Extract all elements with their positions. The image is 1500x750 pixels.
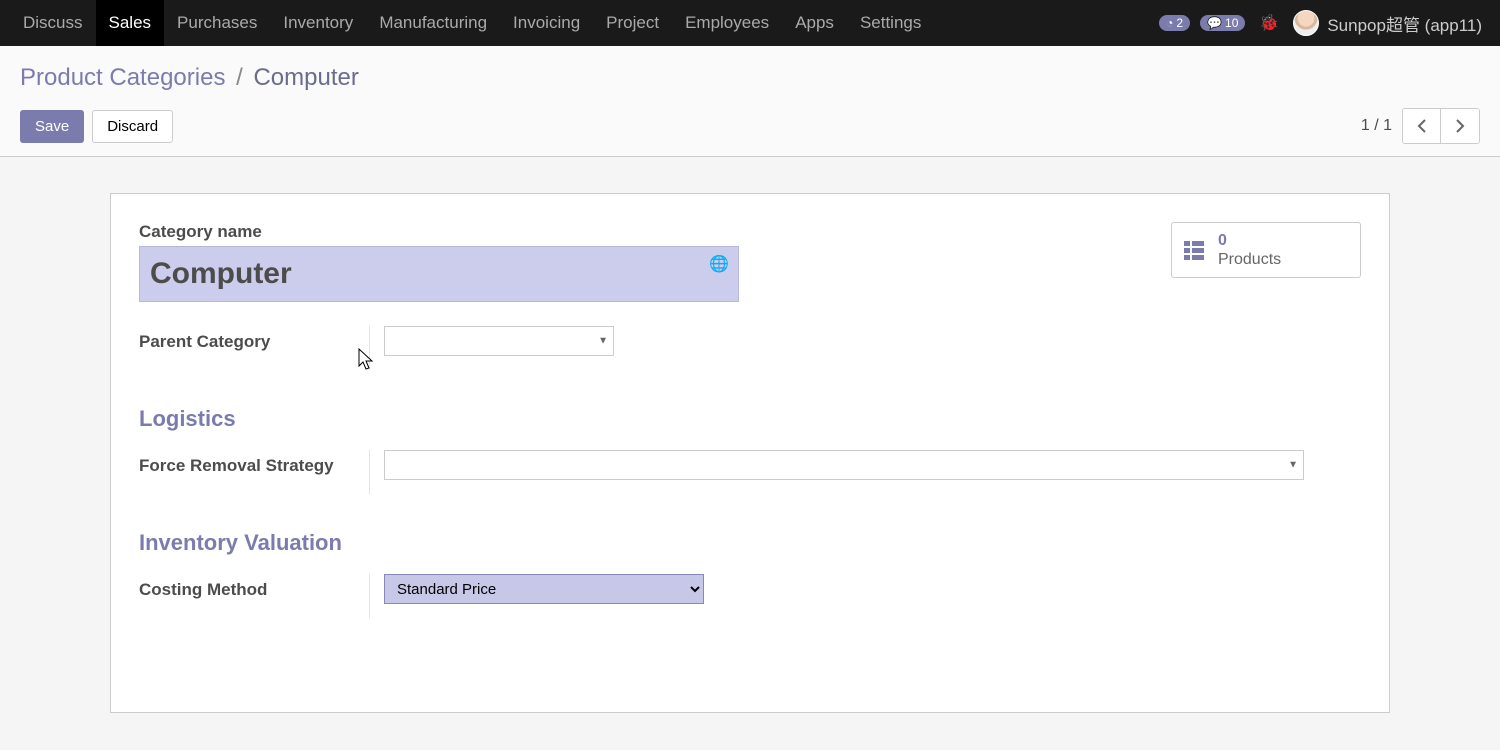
nav-right-group: ◔ 2 💬 10 🐞 Sunpop超管 (app11)	[1159, 10, 1490, 36]
activity-badge[interactable]: ◔ 2	[1159, 15, 1190, 31]
form-container: 0 Products Category name 🌐 Parent Catego…	[0, 157, 1500, 713]
costing-method-label: Costing Method	[139, 574, 369, 618]
costing-method-row: Costing Method Standard Price	[139, 574, 1361, 618]
nav-discuss[interactable]: Discuss	[10, 0, 96, 46]
removal-strategy-row: Force Removal Strategy ▼	[139, 450, 1361, 494]
control-panel-bottom: Save Discard 1 / 1	[20, 108, 1480, 144]
pager-prev[interactable]	[1403, 109, 1441, 143]
messages-count: 10	[1225, 16, 1238, 30]
discard-button[interactable]: Discard	[92, 110, 173, 143]
nav-invoicing[interactable]: Invoicing	[500, 0, 593, 46]
breadcrumb-separator: /	[236, 64, 243, 91]
top-nav: Discuss Sales Purchases Inventory Manufa…	[0, 0, 1500, 46]
products-stat-button[interactable]: 0 Products	[1171, 222, 1361, 278]
category-name-input[interactable]	[139, 246, 739, 302]
save-button[interactable]: Save	[20, 110, 84, 143]
nav-manufacturing[interactable]: Manufacturing	[366, 0, 500, 46]
stat-label: Products	[1218, 250, 1281, 269]
pager-next[interactable]	[1441, 109, 1479, 143]
inventory-valuation-section-header: Inventory Valuation	[139, 530, 1361, 556]
costing-method-select[interactable]: Standard Price	[384, 574, 704, 604]
breadcrumb: Product Categories / Computer	[20, 64, 1480, 92]
parent-category-input[interactable]	[384, 326, 614, 356]
activity-count: 2	[1176, 16, 1183, 30]
stat-count: 0	[1218, 231, 1281, 250]
nav-purchases[interactable]: Purchases	[164, 0, 270, 46]
chevron-right-icon	[1456, 119, 1465, 133]
removal-strategy-label: Force Removal Strategy	[139, 450, 369, 494]
logistics-section-header: Logistics	[139, 406, 1361, 432]
nav-inventory[interactable]: Inventory	[270, 0, 366, 46]
nav-settings[interactable]: Settings	[847, 0, 934, 46]
pager-buttons	[1402, 108, 1480, 144]
clock-icon: ◔	[1166, 16, 1173, 30]
chevron-left-icon	[1417, 119, 1426, 133]
messages-badge[interactable]: 💬 10	[1200, 15, 1245, 31]
nav-apps[interactable]: Apps	[782, 0, 847, 46]
translate-globe-icon[interactable]: 🌐	[709, 254, 729, 274]
user-menu[interactable]: Sunpop超管 (app11)	[1293, 10, 1482, 36]
nav-menu: Discuss Sales Purchases Inventory Manufa…	[10, 0, 934, 46]
debug-icon[interactable]: 🐞	[1255, 13, 1283, 33]
parent-category-row: Parent Category ▼	[139, 326, 1361, 370]
form-sheet: 0 Products Category name 🌐 Parent Catego…	[110, 193, 1390, 713]
action-buttons: Save Discard	[20, 110, 173, 143]
pager-text: 1 / 1	[1361, 117, 1392, 135]
chat-icon: 💬	[1207, 16, 1222, 30]
pager-group: 1 / 1	[1361, 108, 1480, 144]
parent-category-label: Parent Category	[139, 326, 369, 370]
nav-project[interactable]: Project	[593, 0, 672, 46]
control-panel: Product Categories / Computer Save Disca…	[0, 46, 1500, 157]
stat-text: 0 Products	[1218, 231, 1281, 269]
avatar	[1293, 10, 1319, 36]
removal-strategy-input[interactable]	[384, 450, 1304, 480]
breadcrumb-root[interactable]: Product Categories	[20, 64, 225, 91]
breadcrumb-current: Computer	[253, 64, 358, 91]
nav-employees[interactable]: Employees	[672, 0, 782, 46]
list-icon	[1184, 241, 1204, 260]
user-name: Sunpop超管 (app11)	[1327, 11, 1482, 36]
nav-sales[interactable]: Sales	[96, 0, 165, 46]
